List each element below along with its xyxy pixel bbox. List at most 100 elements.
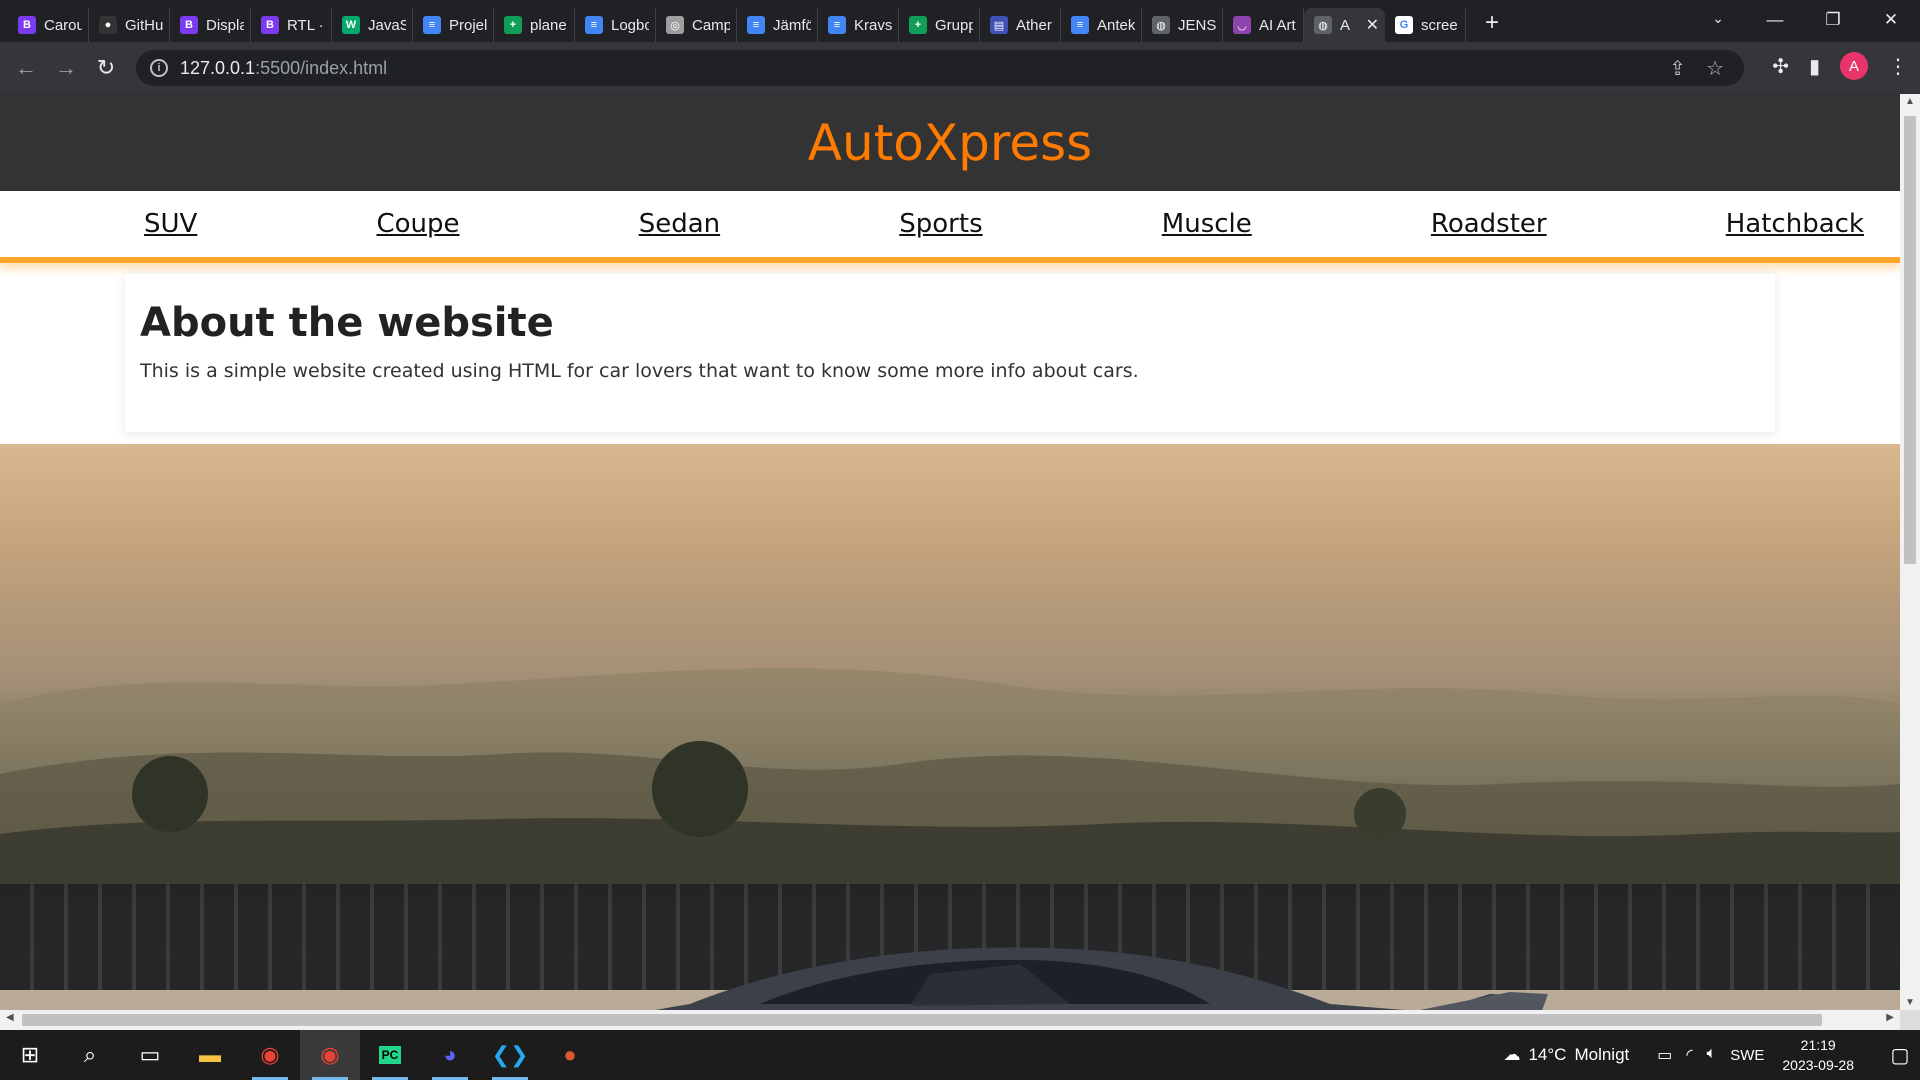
about-heading: About the website [140, 300, 554, 346]
tab-label: Antek [1097, 16, 1135, 34]
cloud-icon: ☁ [1503, 1045, 1521, 1064]
browser-tab[interactable]: ● GitHu [89, 8, 170, 42]
back-button[interactable]: ← [6, 55, 46, 81]
restore-button[interactable]: ❐ [1804, 10, 1862, 30]
tab-search-button[interactable]: ⌄ [1712, 10, 1724, 27]
clock-date: 2023-09-28 [1782, 1057, 1854, 1073]
browser-tab[interactable]: ▤ Ather [980, 8, 1061, 42]
google-sheets-icon: + [909, 16, 927, 34]
extensions-puzzle-icon[interactable]: ✣ [1772, 54, 1789, 79]
browser-tab[interactable]: + plane [494, 8, 575, 42]
tab-label: Ather [1016, 16, 1052, 34]
browser-tab[interactable]: ≡ Antek [1061, 8, 1142, 42]
vscode-icon[interactable]: ❮❯ [480, 1030, 540, 1080]
volume-icon[interactable]: 🔈︎ [1707, 1045, 1717, 1065]
duckduckgo-icon[interactable]: ● [540, 1030, 600, 1080]
nav-link-coupe[interactable]: Coupe [376, 209, 459, 239]
google-docs-icon: ≡ [828, 16, 846, 34]
close-window-button[interactable]: ✕ [1862, 10, 1920, 30]
reload-icon: ↻ [96, 55, 116, 80]
battery-icon[interactable]: ▭ [1657, 1045, 1672, 1065]
browser-tab[interactable]: ≡ Logbo [575, 8, 656, 42]
tab-label: RTL · l [287, 16, 325, 34]
browser-tab[interactable]: Gscree [1385, 8, 1466, 42]
forward-button[interactable]: → [46, 55, 86, 81]
browser-tab[interactable]: ◡ AI Art [1223, 8, 1304, 42]
horizontal-scroll-thumb[interactable] [22, 1014, 1822, 1026]
task-view-icon[interactable]: ▭ [120, 1030, 180, 1080]
browser-tab[interactable]: + Grupp [899, 8, 980, 42]
site-header: AutoXpress [0, 94, 1900, 191]
chrome-icon[interactable]: ◉ [240, 1030, 300, 1080]
campus-icon: ◎ [666, 16, 684, 34]
scroll-right-arrow-icon[interactable]: ▶ [1886, 1012, 1894, 1023]
nav-link-hatchback[interactable]: Hatchback [1726, 209, 1864, 239]
google-icon: G [1395, 16, 1413, 34]
browser-tab[interactable]: ≡ Jämfö [737, 8, 818, 42]
kebab-menu-icon[interactable]: ⋮ [1888, 54, 1908, 79]
file-explorer-icon[interactable]: ▬ [180, 1030, 240, 1080]
address-bar[interactable]: i 127.0.0.1:5500/index.html ⇪ ☆ [136, 50, 1744, 86]
about-text: This is a simple website created using H… [140, 360, 1139, 382]
weather-widget[interactable]: ☁ 14°C Molnigt [1503, 1045, 1629, 1065]
scrollbar-corner [1900, 1010, 1920, 1030]
github-icon: ● [99, 16, 117, 34]
browser-tab[interactable]: ◍ A ✕ [1304, 8, 1385, 42]
nav-link-roadster[interactable]: Roadster [1431, 209, 1547, 239]
forms-icon: ▤ [990, 16, 1008, 34]
chrome-profile-icon[interactable]: ◉ [300, 1030, 360, 1080]
discord-icon[interactable]: ◕ [420, 1030, 480, 1080]
page-viewport: AutoXpress SUV Coupe Sedan Sports Muscle Road… [0, 94, 1900, 1010]
start-windows-icon[interactable]: ⊞ [0, 1030, 60, 1080]
horizontal-scrollbar[interactable]: ◀ ▶ [0, 1010, 1900, 1030]
nav-link-sports[interactable]: Sports [899, 209, 982, 239]
bookmark-star-icon[interactable]: ☆ [1706, 56, 1724, 81]
browser-tab[interactable]: ≡ Kravsp [818, 8, 899, 42]
new-tab-button[interactable]: + [1474, 9, 1510, 37]
pycharm-icon[interactable]: PC [360, 1030, 420, 1080]
clock[interactable]: 21:19 2023-09-28 [1782, 1035, 1854, 1075]
share-icon[interactable]: ⇪ [1669, 56, 1686, 81]
google-sheets-icon: + [504, 16, 522, 34]
browser-tab-strip: B Carou ● GitHu B Displa B RTL · l W JavaS ≡ Projel… [0, 0, 1920, 42]
tab-label: Displa [206, 16, 244, 34]
browser-tab[interactable]: B Carou [8, 8, 89, 42]
close-tab-icon[interactable]: ✕ [1366, 15, 1379, 35]
sports-car-image [655, 947, 1548, 1010]
google-docs-icon: ≡ [423, 16, 441, 34]
bootstrap-icon: B [180, 16, 198, 34]
notification-center-icon[interactable]: ▢ [1880, 1043, 1920, 1068]
scroll-down-arrow-icon[interactable]: ▼ [1900, 997, 1920, 1008]
nav-link-muscle[interactable]: Muscle [1162, 209, 1252, 239]
browser-tab[interactable]: ◎ Camp [656, 8, 737, 42]
nav-link-suv[interactable]: SUV [144, 209, 197, 239]
wifi-icon[interactable]: ◜ [1686, 1045, 1692, 1065]
scroll-left-arrow-icon[interactable]: ◀ [6, 1012, 14, 1023]
vertical-scrollbar[interactable]: ▲ ▼ [1900, 94, 1920, 1010]
minimize-button[interactable]: — [1746, 10, 1804, 30]
search-icon[interactable]: ⌕ [60, 1030, 120, 1080]
tab-label: Grupp [935, 16, 973, 34]
browser-tab[interactable]: B Displa [170, 8, 251, 42]
nav-link-sedan[interactable]: Sedan [639, 209, 720, 239]
tab-label: plane [530, 16, 567, 34]
tab-label: AI Art [1259, 16, 1296, 34]
bootstrap-icon: B [18, 16, 36, 34]
ai-art-icon: ◡ [1233, 16, 1251, 34]
reload-button[interactable]: ↻ [86, 55, 126, 81]
tab-label: Camp [692, 16, 730, 34]
browser-tab[interactable]: B RTL · l [251, 8, 332, 42]
scroll-up-arrow-icon[interactable]: ▲ [1900, 96, 1920, 107]
browser-tab[interactable]: W JavaS [332, 8, 413, 42]
side-panel-icon[interactable]: ▮ [1809, 54, 1820, 79]
browser-tab[interactable]: ≡ Projel [413, 8, 494, 42]
google-docs-icon: ≡ [747, 16, 765, 34]
tab-label: GitHu [125, 16, 163, 34]
tab-label: A [1340, 16, 1351, 34]
bootstrap-icon: B [261, 16, 279, 34]
site-info-icon[interactable]: i [150, 59, 168, 77]
browser-tab[interactable]: ◍ JENSE [1142, 8, 1223, 42]
profile-avatar[interactable]: A [1840, 52, 1868, 80]
vertical-scroll-thumb[interactable] [1904, 116, 1916, 564]
input-language[interactable]: SWE [1730, 1047, 1764, 1064]
